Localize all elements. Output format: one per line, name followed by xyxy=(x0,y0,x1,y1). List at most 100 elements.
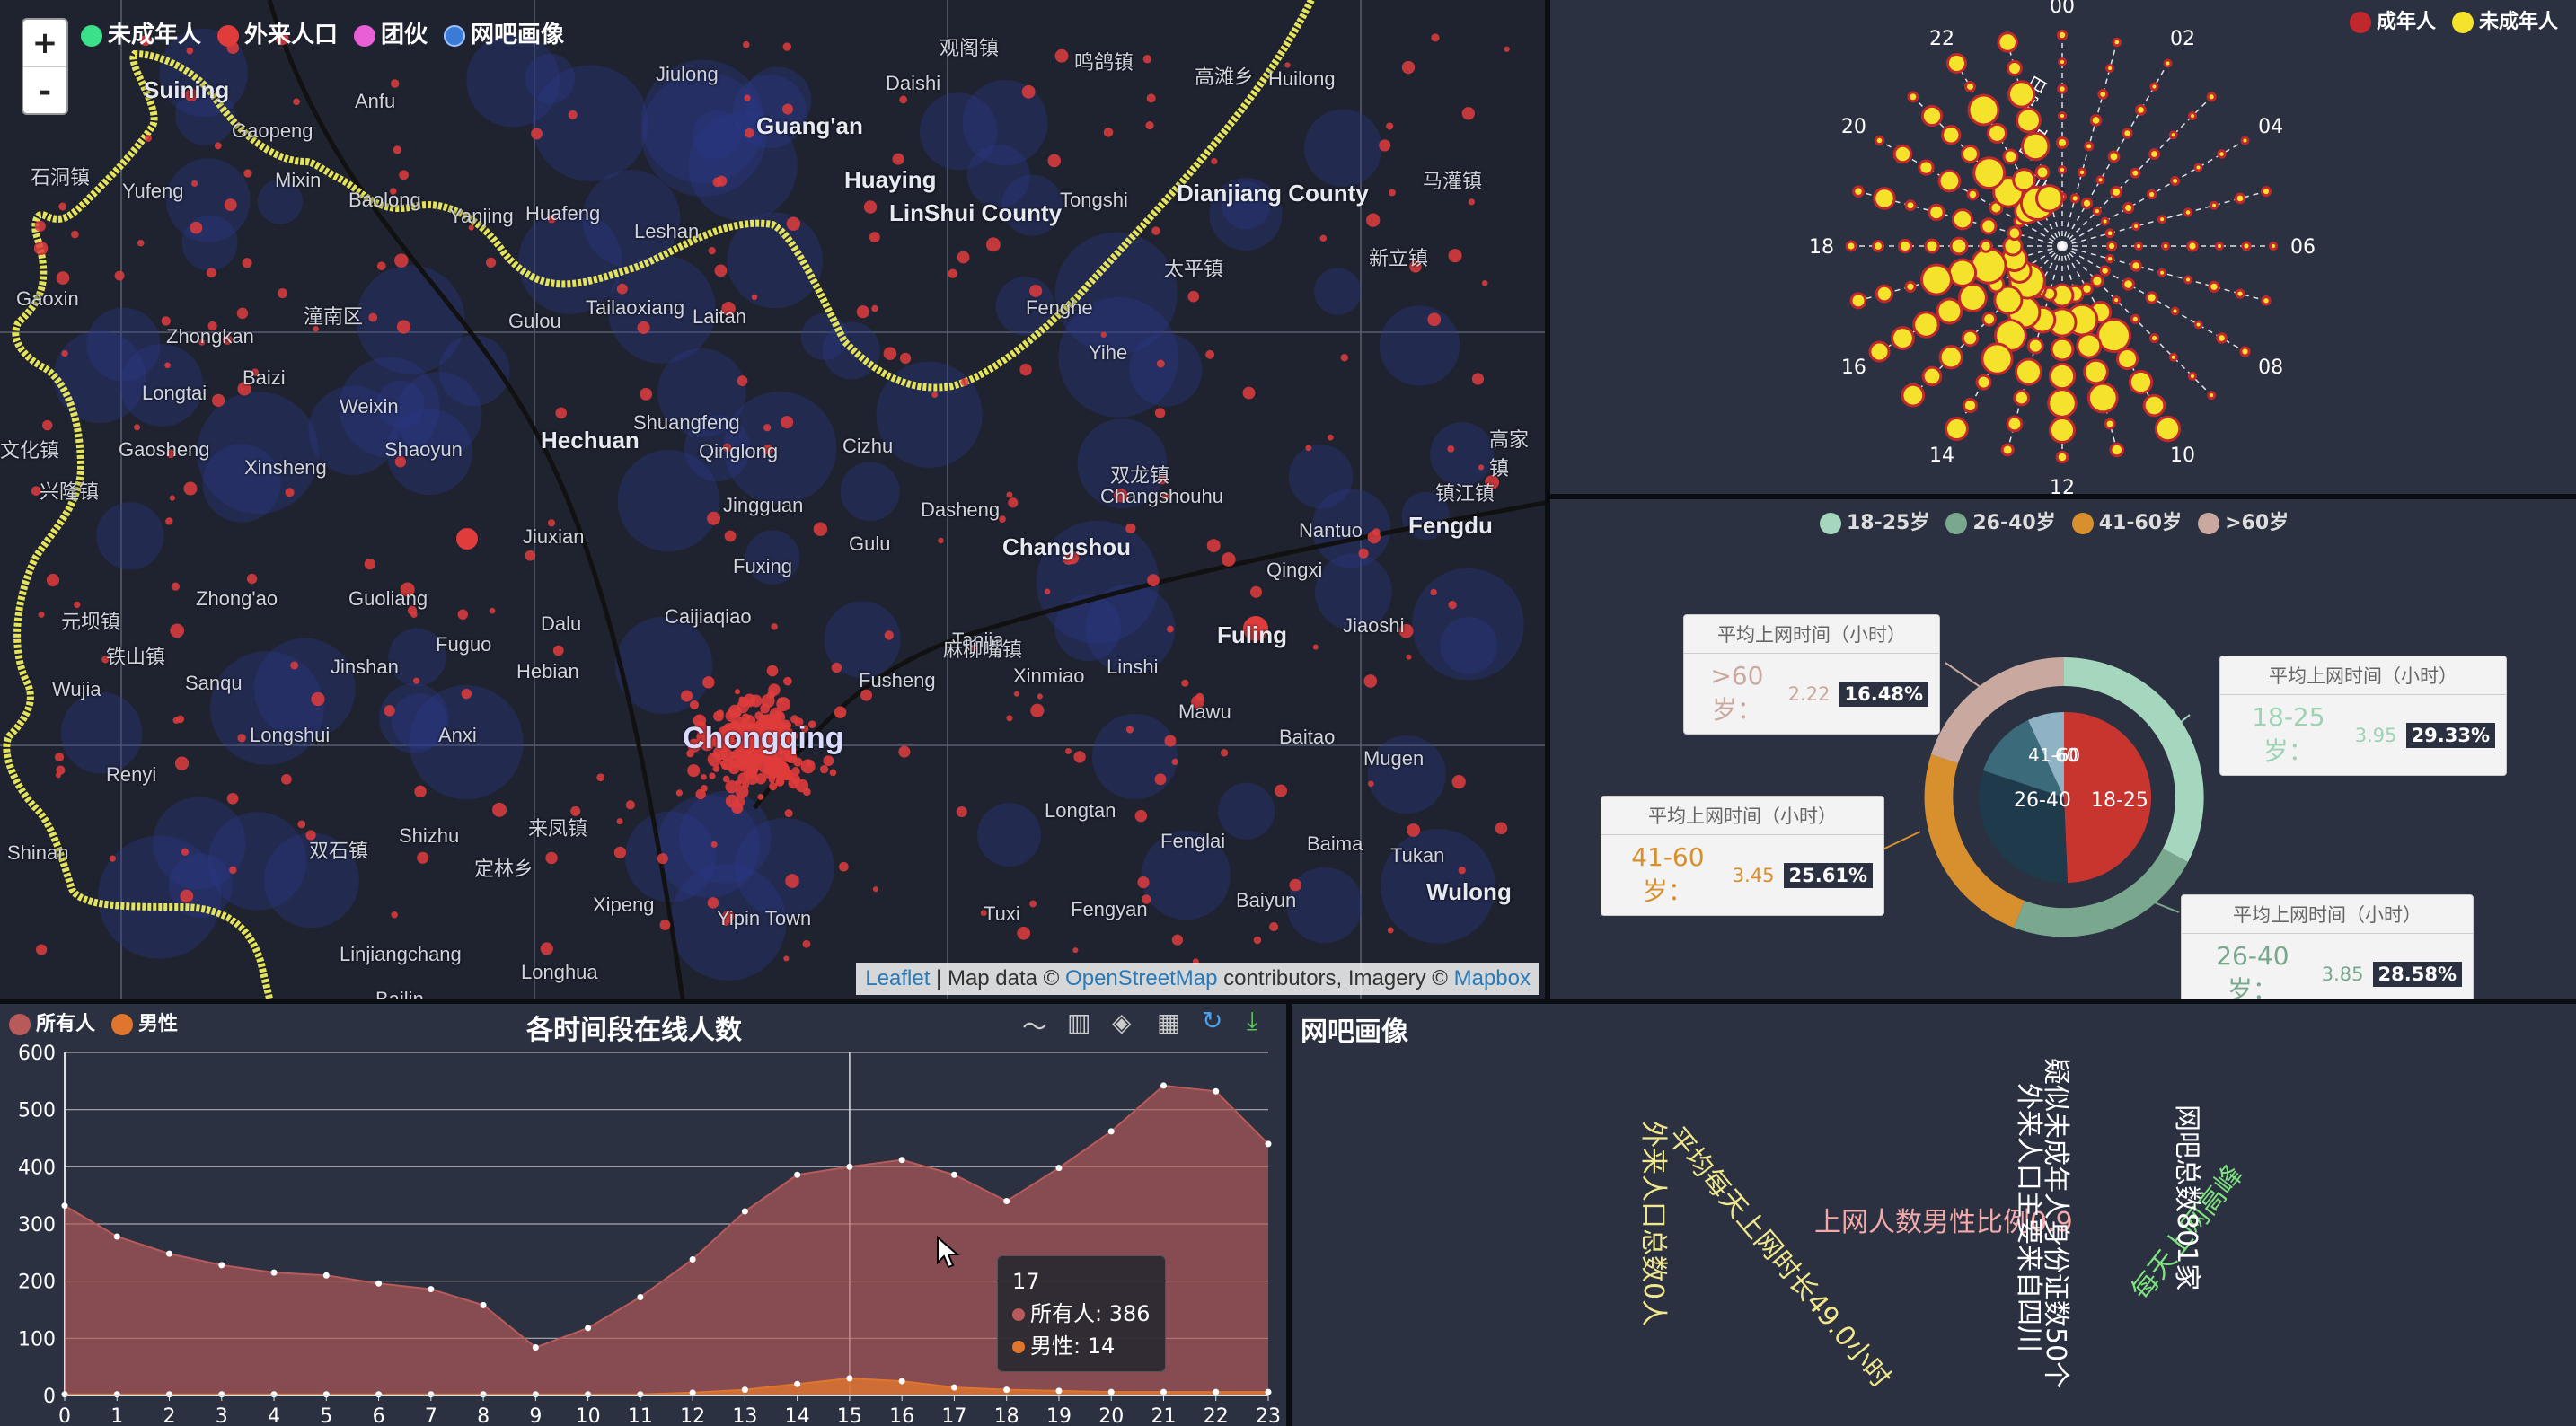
zoom-in-button[interactable]: + xyxy=(23,20,66,67)
minor-bubble xyxy=(1978,376,1989,388)
osm-link[interactable]: OpenStreetMap xyxy=(1065,966,1217,990)
migrant-point xyxy=(1037,693,1043,700)
migrant-point xyxy=(34,220,46,232)
minor-bubble xyxy=(1989,125,2006,141)
migrant-point xyxy=(237,734,246,743)
legend-label: 网吧画像 xyxy=(471,22,565,48)
migrant-point xyxy=(785,874,799,888)
migrant-point xyxy=(229,866,237,875)
legend-migrants[interactable]: 外来人口 xyxy=(217,16,338,49)
migrant-point xyxy=(1468,198,1476,206)
migrant-point xyxy=(1447,445,1455,453)
minor-bubble xyxy=(2124,130,2130,136)
migrant-point xyxy=(1448,600,1457,610)
migrant-point xyxy=(1451,774,1466,789)
migrant-point xyxy=(1103,128,1114,137)
cafe-profile-panel: 网吧画像 外来人口总数0人 平均每天上网时长49.0小时 上网人数男性比例0.9… xyxy=(1292,1004,2576,1426)
data-point xyxy=(113,1233,120,1240)
legend-gangs[interactable]: 团伙 xyxy=(354,16,428,49)
map-place-label: Baolong xyxy=(348,189,421,211)
mapbox-link[interactable]: Mapbox xyxy=(1454,966,1531,990)
migrant-point xyxy=(417,851,429,864)
male-dot-icon xyxy=(1012,1341,1025,1353)
label-box-26-40: 平均上网时间（小时） 26-40岁： 3.85 28.58% xyxy=(2181,894,2474,999)
migrant-point xyxy=(1125,726,1134,734)
zoom-control[interactable]: + - xyxy=(22,18,68,115)
box-percent: 28.58% xyxy=(2372,961,2462,987)
x-tick-label: 14 xyxy=(785,1405,810,1426)
migrant-point xyxy=(763,424,772,432)
legend-adults[interactable]: 成年人 xyxy=(2349,5,2436,34)
migrant-point xyxy=(776,697,791,712)
map-place-label: Guoliang xyxy=(348,587,428,610)
minor-bubble xyxy=(1984,313,1995,324)
migrant-point xyxy=(657,853,668,865)
map-place-label: Huafeng xyxy=(525,202,601,224)
minor-bubble xyxy=(2118,350,2137,368)
data-point xyxy=(794,1171,801,1178)
map-place-label: Jiuxian xyxy=(523,525,585,548)
x-tick-label: 12 xyxy=(680,1405,705,1426)
migrant-point xyxy=(734,689,741,695)
zoom-out-button[interactable]: - xyxy=(23,67,66,115)
map-legend: 未成年人 外来人口 团伙 网吧画像 xyxy=(81,16,564,49)
migrant-point xyxy=(783,676,792,686)
minor-bubble xyxy=(2083,199,2091,207)
migrant-point xyxy=(1100,331,1107,338)
minor-bubble xyxy=(2078,335,2100,356)
hour-tick-label: 20 xyxy=(1841,116,1866,138)
minor-bubble xyxy=(2114,40,2120,45)
migrant-point xyxy=(394,253,409,268)
migrant-point xyxy=(1367,530,1381,544)
minor-bubble xyxy=(1967,84,1973,90)
map-place-label: 观阁镇 xyxy=(940,37,1000,59)
minor-bubble xyxy=(2060,60,2064,64)
data-point xyxy=(61,1202,68,1210)
map-place-label: Fengyan xyxy=(1071,898,1148,920)
migrant-point xyxy=(863,200,878,214)
migrant-point xyxy=(1305,445,1312,452)
minor-bubble xyxy=(2083,285,2091,293)
migrant-point xyxy=(960,377,969,386)
legend-cafe-profile[interactable]: 网吧画像 xyxy=(444,16,564,49)
map-panel[interactable]: Suining Anfu Jiulong Guang'an Huaying Daishi L… xyxy=(0,0,1545,999)
map-place-label: Wujia xyxy=(52,678,101,700)
map-place-label: Tuxi xyxy=(984,902,1020,925)
leaflet-link[interactable]: Leaflet xyxy=(865,966,930,990)
hour-tick-label: 14 xyxy=(1929,445,1954,467)
migrant-point xyxy=(242,258,252,268)
migrant-point xyxy=(1125,523,1136,534)
migrant-point xyxy=(1478,464,1485,471)
map-place-label: Longhua xyxy=(521,961,598,983)
data-point xyxy=(322,1272,330,1279)
map-place-label: Tailaoxiang xyxy=(586,296,685,319)
gangs-dot-icon xyxy=(354,24,376,47)
legend-minors[interactable]: 未成年人 xyxy=(81,16,201,49)
migrant-point xyxy=(1427,312,1442,327)
minor-bubble xyxy=(2100,92,2106,97)
map-place-label: 文化镇 xyxy=(0,439,60,462)
density-blob xyxy=(840,462,900,522)
migrant-point xyxy=(898,745,911,758)
migrant-point xyxy=(783,955,790,962)
legend-minors[interactable]: 未成年人 xyxy=(2451,5,2558,34)
minor-bubble xyxy=(2024,134,2048,159)
migrant-point xyxy=(1072,947,1079,954)
migrant-point xyxy=(1407,823,1421,837)
map-place-label: Gulou xyxy=(508,310,561,332)
density-blob xyxy=(209,651,324,765)
box-name: 41-60岁： xyxy=(1631,842,1705,906)
migrant-point xyxy=(689,700,700,710)
minor-bubble xyxy=(1946,418,1967,439)
migrant-point xyxy=(1187,290,1200,303)
minor-bubble xyxy=(2060,86,2065,92)
tooltip-hour: 17 xyxy=(1012,1269,1040,1294)
map-place-label: Fuling xyxy=(1217,621,1287,648)
migrant-point xyxy=(183,481,198,496)
legend-label: 成年人 xyxy=(2376,11,2436,33)
legend-label: 未成年人 xyxy=(108,22,202,48)
migrant-point xyxy=(1021,84,1036,99)
data-point xyxy=(1055,1165,1063,1172)
data-point xyxy=(846,1375,853,1382)
migrant-point xyxy=(1156,359,1165,368)
